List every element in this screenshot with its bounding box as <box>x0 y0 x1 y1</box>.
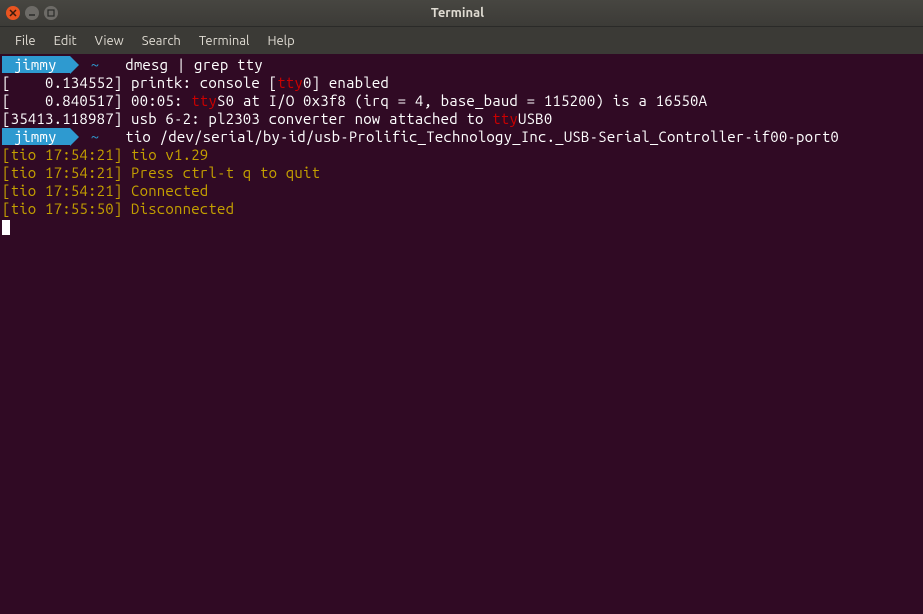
terminal-body[interactable]: jimmy ~ dmesg | grep tty[ 0.134552] prin… <box>0 54 923 238</box>
output-segment: tty <box>191 92 217 109</box>
menu-file[interactable]: File <box>8 30 43 52</box>
prompt-user: jimmy <box>2 128 70 145</box>
menu-help[interactable]: Help <box>260 30 301 52</box>
window-controls <box>6 6 58 20</box>
maximize-button[interactable] <box>44 6 58 20</box>
cursor-line <box>2 218 921 236</box>
command-text: tio /dev/serial/by-id/usb-Prolific_Techn… <box>125 128 839 145</box>
prompt-user: jimmy <box>2 56 70 73</box>
output-segment: [ 0.134552] printk: console [ <box>2 74 277 91</box>
output-segment: [tio 17:55:50] Disconnected <box>2 200 234 217</box>
output-line: [ 0.840517] 00:05: ttyS0 at I/O 0x3f8 (i… <box>2 92 921 110</box>
maximize-icon <box>47 9 55 17</box>
output-line: [35413.118987] usb 6-2: pl2303 converter… <box>2 110 921 128</box>
command-text: dmesg | grep tty <box>125 56 263 73</box>
minimize-icon <box>28 9 36 17</box>
output-line: [tio 17:54:21] tio v1.29 <box>2 146 921 164</box>
output-segment: 0] enabled <box>303 74 389 91</box>
cursor <box>2 220 10 235</box>
output-segment: tty <box>277 74 303 91</box>
close-icon <box>9 9 17 17</box>
menu-view[interactable]: View <box>88 30 131 52</box>
prompt-line: jimmy ~ dmesg | grep tty <box>2 56 921 74</box>
output-line: [tio 17:55:50] Disconnected <box>2 200 921 218</box>
prompt-path: ~ <box>82 128 108 145</box>
output-segment: [tio 17:54:21] Press ctrl-t q to quit <box>2 164 320 181</box>
prompt-path: ~ <box>82 56 108 73</box>
output-segment: S0 at I/O 0x3f8 (irq = 4, base_baud = 11… <box>217 92 707 109</box>
output-line: [tio 17:54:21] Connected <box>2 182 921 200</box>
prompt-symbol <box>108 128 125 145</box>
output-segment: [35413.118987] usb 6-2: pl2303 converter… <box>2 110 492 127</box>
window-title: Terminal <box>58 6 857 20</box>
prompt-line: jimmy ~ tio /dev/serial/by-id/usb-Prolif… <box>2 128 921 146</box>
prompt-symbol <box>108 56 125 73</box>
menubar: File Edit View Search Terminal Help <box>0 27 923 54</box>
minimize-button[interactable] <box>25 6 39 20</box>
output-line: [tio 17:54:21] Press ctrl-t q to quit <box>2 164 921 182</box>
menu-terminal[interactable]: Terminal <box>192 30 257 52</box>
output-segment: [tio 17:54:21] Connected <box>2 182 208 199</box>
output-line: [ 0.134552] printk: console [tty0] enabl… <box>2 74 921 92</box>
output-segment: tty <box>492 110 518 127</box>
close-button[interactable] <box>6 6 20 20</box>
output-segment: [ 0.840517] 00:05: <box>2 92 191 109</box>
output-segment: USB0 <box>518 110 552 127</box>
output-segment: [tio 17:54:21] tio v1.29 <box>2 146 208 163</box>
menu-search[interactable]: Search <box>135 30 188 52</box>
menu-edit[interactable]: Edit <box>47 30 84 52</box>
titlebar: Terminal <box>0 0 923 27</box>
